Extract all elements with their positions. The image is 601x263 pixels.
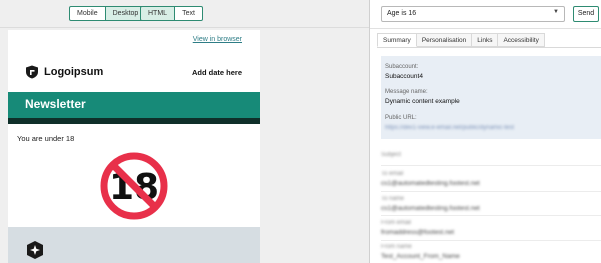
subject-label: Subject bbox=[381, 152, 402, 158]
tab-accessibility[interactable]: Accessibility bbox=[498, 33, 545, 47]
email-footer bbox=[8, 227, 260, 263]
message-name-value: Dynamic content example bbox=[385, 98, 460, 105]
header-divider bbox=[370, 28, 601, 29]
view-in-browser-link[interactable]: View in browser bbox=[193, 36, 242, 43]
logo: Logoipsum bbox=[25, 65, 103, 79]
newsletter-banner: Newsletter bbox=[8, 92, 260, 118]
email-preview: View in browser Logoipsum Add date here … bbox=[8, 30, 260, 263]
format-toggle: HTML Text bbox=[140, 6, 203, 21]
to-email-value: cs1@automatedtesting.footest.net bbox=[381, 180, 480, 187]
age-message: You are under 18 bbox=[17, 134, 75, 143]
logo-shield-icon bbox=[26, 65, 38, 79]
under-18-sign-icon: 18 bbox=[100, 152, 168, 220]
public-url-label: Public URL: bbox=[385, 115, 417, 121]
detail-tabs: Summary Personalisation Links Accessibil… bbox=[377, 33, 545, 47]
subaccount-label: Subaccount: bbox=[385, 64, 419, 70]
field-divider bbox=[381, 215, 601, 216]
toolbar-divider bbox=[0, 27, 369, 28]
tab-underline bbox=[377, 47, 601, 48]
logo-text: Logoipsum bbox=[44, 66, 104, 78]
details-pane: Age is 16 ▼ Send Summary Personalisation… bbox=[370, 0, 601, 263]
message-name-label: Message name: bbox=[385, 89, 428, 95]
from-email-label: From email bbox=[381, 220, 412, 226]
preview-pane: Mobile Desktop HTML Text View in browser… bbox=[0, 0, 369, 263]
subaccount-value: Subaccount4 bbox=[385, 73, 423, 80]
footer-logo-icon bbox=[27, 241, 43, 259]
from-name-label: From name bbox=[381, 244, 412, 250]
tab-links[interactable]: Links bbox=[472, 33, 499, 47]
banner-title: Newsletter bbox=[25, 97, 86, 111]
text-format-button[interactable]: Text bbox=[175, 6, 203, 21]
field-divider bbox=[381, 240, 601, 241]
to-name-label: To name bbox=[381, 196, 405, 202]
tab-personalisation[interactable]: Personalisation bbox=[416, 33, 473, 47]
tab-summary[interactable]: Summary bbox=[377, 33, 417, 47]
send-button[interactable]: Send bbox=[573, 6, 599, 22]
audience-select[interactable]: Age is 16 ▼ bbox=[381, 6, 565, 22]
to-email-label: To email bbox=[381, 171, 404, 177]
date-placeholder: Add date here bbox=[191, 68, 242, 77]
html-format-button[interactable]: HTML bbox=[140, 6, 176, 21]
to-name-value: cs1@automatedtesting.footest.net bbox=[381, 205, 480, 212]
field-divider bbox=[381, 165, 601, 166]
summary-info-box: Subaccount: Subaccount4 Message name: Dy… bbox=[381, 56, 601, 139]
mobile-view-button[interactable]: Mobile bbox=[69, 6, 106, 21]
chevron-down-icon: ▼ bbox=[553, 9, 559, 15]
audience-select-value: Age is 16 bbox=[387, 10, 417, 17]
public-url-value[interactable]: https://dev1-view.e-email.net/public/dyn… bbox=[385, 125, 514, 131]
field-divider bbox=[381, 191, 601, 192]
from-name-value: Test_Account_From_Name bbox=[381, 253, 460, 260]
view-mode-toggle: Mobile Desktop bbox=[69, 6, 147, 21]
banner-strip bbox=[8, 118, 260, 124]
from-email-value: fromaddress@footest.net bbox=[381, 229, 455, 236]
